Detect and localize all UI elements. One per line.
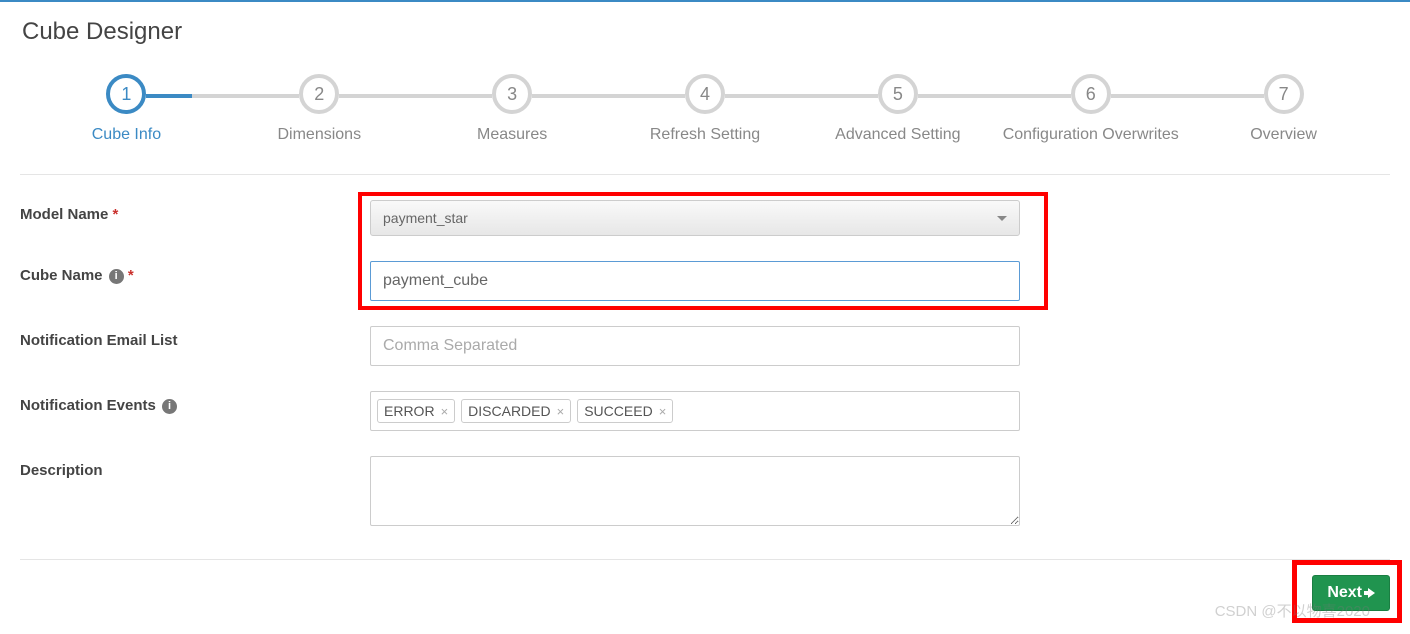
step-label: Cube Info xyxy=(30,126,223,144)
tag-succeed: SUCCEED × xyxy=(577,399,673,423)
close-icon[interactable]: × xyxy=(659,404,667,419)
next-button[interactable]: Next xyxy=(1312,575,1390,611)
wizard-stepper: 1 Cube Info 2 Dimensions 3 Measures 4 Re… xyxy=(0,64,1410,174)
row-description: Description xyxy=(20,456,1390,529)
step-dimensions[interactable]: 2 Dimensions xyxy=(223,74,416,144)
step-connector xyxy=(339,94,492,98)
info-icon[interactable]: i xyxy=(162,399,177,414)
tag-label: ERROR xyxy=(384,403,435,419)
step-configuration-overwrites[interactable]: 6 Configuration Overwrites xyxy=(994,74,1187,144)
step-circle: 1 xyxy=(106,74,146,114)
button-label: Next xyxy=(1327,584,1362,602)
label-model-name: Model Name * xyxy=(20,200,370,223)
label-description: Description xyxy=(20,456,370,479)
row-events: Notification Events i ERROR × DISCARDED … xyxy=(20,391,1390,431)
tag-label: DISCARDED xyxy=(468,403,550,419)
label-text: Cube Name xyxy=(20,267,103,284)
step-cube-info[interactable]: 1 Cube Info xyxy=(30,74,223,144)
model-name-select[interactable]: payment_star xyxy=(370,200,1020,236)
step-label: Refresh Setting xyxy=(609,126,802,144)
divider xyxy=(20,559,1390,560)
tag-label: SUCCEED xyxy=(584,403,652,419)
step-circle: 5 xyxy=(878,74,918,114)
step-circle: 4 xyxy=(685,74,725,114)
events-tags-input[interactable]: ERROR × DISCARDED × SUCCEED × xyxy=(370,391,1020,431)
step-label: Measures xyxy=(416,126,609,144)
required-asterisk: * xyxy=(128,267,134,284)
info-icon[interactable]: i xyxy=(109,269,124,284)
label-text: Model Name xyxy=(20,206,108,223)
tag-error: ERROR × xyxy=(377,399,455,423)
step-refresh-setting[interactable]: 4 Refresh Setting xyxy=(609,74,802,144)
label-email-list: Notification Email List xyxy=(20,326,370,349)
arrow-right-icon xyxy=(1368,588,1375,598)
page-title: Cube Designer xyxy=(0,2,1410,64)
step-connector xyxy=(146,94,299,98)
label-events: Notification Events i xyxy=(20,391,370,414)
email-list-input[interactable] xyxy=(370,326,1020,366)
close-icon[interactable]: × xyxy=(557,404,565,419)
required-asterisk: * xyxy=(113,206,119,223)
step-advanced-setting[interactable]: 5 Advanced Setting xyxy=(801,74,994,144)
wizard-footer: Next CSDN @不以物喜2020 xyxy=(0,575,1410,631)
row-model-name: Model Name * payment_star xyxy=(20,200,1390,236)
tag-discarded: DISCARDED × xyxy=(461,399,571,423)
step-connector xyxy=(1111,94,1264,98)
close-icon[interactable]: × xyxy=(441,404,449,419)
step-overview[interactable]: 7 Overview xyxy=(1187,74,1380,144)
step-label: Dimensions xyxy=(223,126,416,144)
cube-name-input[interactable] xyxy=(370,261,1020,301)
step-circle: 3 xyxy=(492,74,532,114)
chevron-down-icon xyxy=(997,216,1007,221)
step-circle: 6 xyxy=(1071,74,1111,114)
step-circle: 2 xyxy=(299,74,339,114)
step-label: Advanced Setting xyxy=(801,126,994,144)
step-connector xyxy=(918,94,1071,98)
select-value: payment_star xyxy=(383,210,468,226)
step-label: Configuration Overwrites xyxy=(994,126,1187,144)
row-cube-name: Cube Name i * xyxy=(20,261,1390,301)
label-text: Notification Events xyxy=(20,397,156,414)
step-measures[interactable]: 3 Measures xyxy=(416,74,609,144)
step-connector xyxy=(532,94,685,98)
step-label: Overview xyxy=(1187,126,1380,144)
step-circle: 7 xyxy=(1264,74,1304,114)
cube-info-form: Model Name * payment_star Cube Name i * … xyxy=(0,200,1410,529)
label-cube-name: Cube Name i * xyxy=(20,261,370,284)
divider xyxy=(20,174,1390,175)
row-email-list: Notification Email List xyxy=(20,326,1390,366)
description-textarea[interactable] xyxy=(370,456,1020,526)
step-connector xyxy=(725,94,878,98)
